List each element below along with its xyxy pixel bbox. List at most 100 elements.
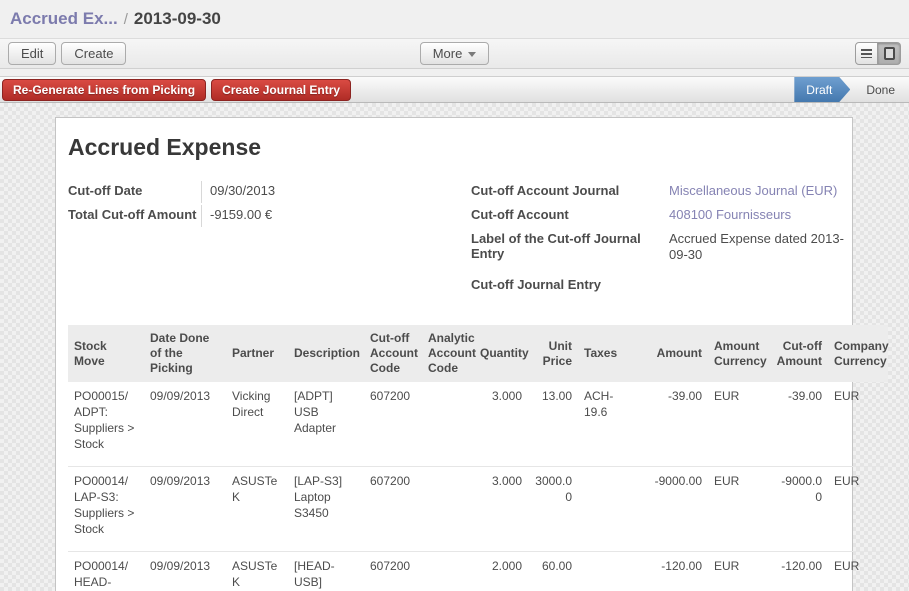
cutoff-date-field: Cut-off Date 09/30/2013 <box>68 181 471 203</box>
cutoff-lines-table: Stock MoveDate Done of the PickingPartne… <box>68 325 888 591</box>
table-header: Stock MoveDate Done of the PickingPartne… <box>68 325 888 382</box>
column-header[interactable]: Amount Currency <box>708 325 770 382</box>
table-cell[interactable]: ACH-19.6 <box>578 382 642 467</box>
edit-button[interactable]: Edit <box>8 42 56 65</box>
field-label: Total Cut-off Amount <box>68 205 201 222</box>
view-switcher <box>855 42 901 65</box>
column-header[interactable]: Cut-off Amount <box>770 325 828 382</box>
toolbar: Edit Create More <box>0 38 909 69</box>
table-cell[interactable]: ASUSTeK <box>226 552 288 591</box>
table-cell[interactable] <box>422 552 474 591</box>
table-cell[interactable]: -120.00 <box>642 552 708 591</box>
table-cell[interactable]: 3.000 <box>474 467 528 552</box>
table-cell[interactable] <box>422 467 474 552</box>
action-bar: Re-Generate Lines from Picking Create Jo… <box>0 76 909 103</box>
field-label: Label of the Cut-off Journal Entry <box>471 229 669 261</box>
odoo-window: Accrued Ex... / 2013-09-30 Edit Create M… <box>0 0 909 591</box>
table-row[interactable]: PO00014/ LAP-S3: Suppliers > Stock09/09/… <box>68 467 888 552</box>
journal-entry-label-field: Label of the Cut-off Journal Entry Accru… <box>471 229 849 263</box>
chevron-down-icon <box>468 52 476 57</box>
column-header[interactable]: Taxes <box>578 325 642 382</box>
table-cell[interactable]: EUR <box>828 467 888 552</box>
table-row[interactable]: PO00014/ HEAD-USB: Suppliers > Stock09/0… <box>68 552 888 591</box>
table-cell[interactable] <box>578 467 642 552</box>
list-icon <box>861 49 872 58</box>
column-header[interactable]: Cut-off Account Code <box>364 325 422 382</box>
regenerate-lines-button[interactable]: Re-Generate Lines from Picking <box>2 79 206 101</box>
table-cell[interactable]: -39.00 <box>642 382 708 467</box>
table-cell[interactable]: -39.00 <box>770 382 828 467</box>
breadcrumb: Accrued Ex... / 2013-09-30 <box>0 0 909 38</box>
toolbar-spacer <box>0 69 909 76</box>
column-header[interactable]: Amount <box>642 325 708 382</box>
field-label: Cut-off Account <box>471 205 669 222</box>
column-header[interactable]: Stock Move <box>68 325 144 382</box>
table-cell[interactable] <box>578 552 642 591</box>
breadcrumb-current: 2013-09-30 <box>134 9 221 29</box>
cutoff-account-field: Cut-off Account 408100 Fournisseurs <box>471 205 849 227</box>
field-label: Cut-off Account Journal <box>471 181 669 198</box>
column-header[interactable]: Company Currency <box>828 325 888 382</box>
breadcrumb-separator: / <box>124 11 128 28</box>
column-header[interactable]: Partner <box>226 325 288 382</box>
create-journal-entry-button[interactable]: Create Journal Entry <box>211 79 351 101</box>
table-cell[interactable]: 60.00 <box>528 552 578 591</box>
status-draft: Draft <box>794 77 850 102</box>
table-cell[interactable]: PO00014/ HEAD-USB: Suppliers > Stock <box>68 552 144 591</box>
table-cell[interactable]: -9000.00 <box>770 467 828 552</box>
field-group-left: Cut-off Date 09/30/2013 Total Cut-off Am… <box>68 181 471 299</box>
cutoff-account-journal-field: Cut-off Account Journal Miscellaneous Jo… <box>471 181 849 203</box>
table-cell[interactable]: ASUSTeK <box>226 467 288 552</box>
field-value: 09/30/2013 <box>201 181 275 203</box>
field-groups: Cut-off Date 09/30/2013 Total Cut-off Am… <box>68 181 840 299</box>
table-cell[interactable]: [ADPT] USB Adapter <box>288 382 364 467</box>
table-cell[interactable]: 607200 <box>364 552 422 591</box>
table-cell[interactable]: 09/09/2013 <box>144 552 226 591</box>
field-value <box>669 275 849 277</box>
table-cell[interactable]: [HEAD-USB] Headset USB <box>288 552 364 591</box>
status-done: Done <box>852 77 909 102</box>
table-cell[interactable]: EUR <box>708 552 770 591</box>
content-area: Accrued Expense Cut-off Date 09/30/2013 … <box>0 103 909 591</box>
table-cell[interactable]: EUR <box>708 382 770 467</box>
table-cell[interactable]: -9000.00 <box>642 467 708 552</box>
statusbar: Draft Done <box>794 77 909 102</box>
table-cell[interactable]: 13.00 <box>528 382 578 467</box>
breadcrumb-parent-link[interactable]: Accrued Ex... <box>10 9 118 29</box>
table-row[interactable]: PO00015/ ADPT: Suppliers > Stock09/09/20… <box>68 382 888 467</box>
column-header[interactable]: Quantity <box>474 325 528 382</box>
table-cell[interactable]: 607200 <box>364 382 422 467</box>
cutoff-journal-entry-field: Cut-off Journal Entry <box>471 275 849 297</box>
column-header[interactable]: Description <box>288 325 364 382</box>
cutoff-account-link[interactable]: 408100 Fournisseurs <box>669 205 849 223</box>
cutoff-account-journal-link[interactable]: Miscellaneous Journal (EUR) <box>669 181 849 199</box>
table-cell[interactable]: PO00014/ LAP-S3: Suppliers > Stock <box>68 467 144 552</box>
more-button-label: More <box>433 46 463 61</box>
column-header[interactable]: Analytic Account Code <box>422 325 474 382</box>
table-cell[interactable]: EUR <box>828 552 888 591</box>
table-cell[interactable]: EUR <box>708 467 770 552</box>
table-cell[interactable]: 09/09/2013 <box>144 382 226 467</box>
table-cell[interactable]: 3000.00 <box>528 467 578 552</box>
table-cell[interactable]: 3.000 <box>474 382 528 467</box>
table-cell[interactable]: 09/09/2013 <box>144 467 226 552</box>
page-title: Accrued Expense <box>68 134 840 161</box>
column-header[interactable]: Date Done of the Picking <box>144 325 226 382</box>
table-cell[interactable]: Vicking Direct <box>226 382 288 467</box>
table-cell[interactable]: -120.00 <box>770 552 828 591</box>
more-button[interactable]: More <box>420 42 490 65</box>
table-cell[interactable]: EUR <box>828 382 888 467</box>
form-view-button[interactable] <box>878 42 901 65</box>
table-cell[interactable]: 607200 <box>364 467 422 552</box>
create-button[interactable]: Create <box>61 42 126 65</box>
column-header[interactable]: Unit Price <box>528 325 578 382</box>
table-cell[interactable]: [LAP-S3] Laptop S3450 <box>288 467 364 552</box>
table-cell[interactable]: 2.000 <box>474 552 528 591</box>
table-cell[interactable]: PO00015/ ADPT: Suppliers > Stock <box>68 382 144 467</box>
form-sheet: Accrued Expense Cut-off Date 09/30/2013 … <box>55 117 853 591</box>
field-value: -9159.00 € <box>201 205 272 227</box>
table-cell[interactable] <box>422 382 474 467</box>
field-label: Cut-off Date <box>68 181 201 198</box>
total-cutoff-amount-field: Total Cut-off Amount -9159.00 € <box>68 205 471 227</box>
list-view-button[interactable] <box>855 42 878 65</box>
